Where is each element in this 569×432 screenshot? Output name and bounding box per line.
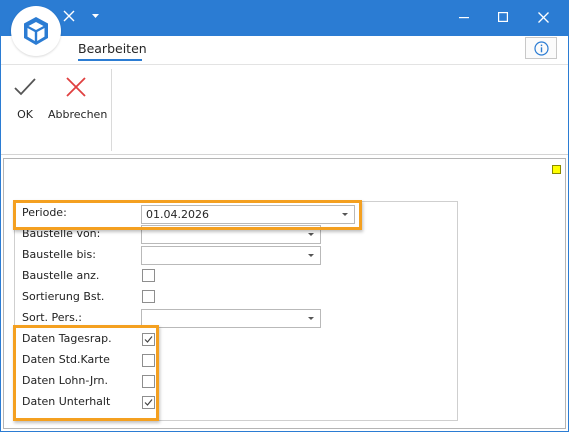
sortierung-bst-checkbox[interactable] [142, 290, 155, 303]
cancel-x-icon [66, 77, 86, 97]
dropdown-arrow-icon[interactable] [92, 14, 99, 19]
ribbon-panel: OK Abbrechen [0, 64, 569, 155]
ok-label: OK [17, 108, 33, 121]
close-icon[interactable] [538, 12, 549, 23]
periode-highlight [13, 200, 362, 230]
form-panel: Periode: 01.04.2026 Baustelle von: Baust… [3, 158, 566, 429]
ribbon-bottom-border [0, 154, 569, 155]
title-bar [0, 0, 569, 36]
ribbon-tab-bar: Bearbeiten [0, 36, 569, 64]
info-icon [534, 41, 549, 56]
tab-bearbeiten[interactable]: Bearbeiten [78, 41, 147, 56]
ok-button[interactable]: OK [8, 65, 42, 149]
info-button[interactable] [525, 37, 557, 59]
minimize-icon[interactable] [459, 17, 469, 19]
baustelle-bis-combobox[interactable] [141, 246, 321, 265]
checkmark-icon [14, 78, 36, 96]
baustelle-anz-checkbox[interactable] [142, 269, 155, 282]
sort-pers-combobox[interactable] [141, 309, 321, 328]
sortierung-bst-label: Sortierung Bst. [22, 290, 105, 303]
baustelle-anz-label: Baustelle anz. [22, 269, 100, 282]
baustelle-bis-label: Baustelle bis: [22, 248, 96, 261]
chevron-down-icon[interactable] [308, 233, 314, 236]
maximize-icon[interactable] [498, 12, 508, 22]
cube-logo-icon [24, 17, 48, 45]
chevron-down-icon[interactable] [308, 254, 314, 257]
close-x-icon[interactable] [63, 10, 75, 22]
cancel-label: Abbrechen [48, 108, 108, 121]
sort-pers-label: Sort. Pers.: [22, 311, 83, 324]
status-marker [552, 165, 561, 174]
ribbon-separator [111, 69, 112, 151]
app-logo[interactable] [11, 6, 61, 56]
chevron-down-icon[interactable] [308, 317, 314, 320]
active-tab-indicator [78, 59, 142, 61]
daten-highlight [13, 325, 159, 421]
cancel-button[interactable]: Abbrechen [48, 65, 108, 149]
